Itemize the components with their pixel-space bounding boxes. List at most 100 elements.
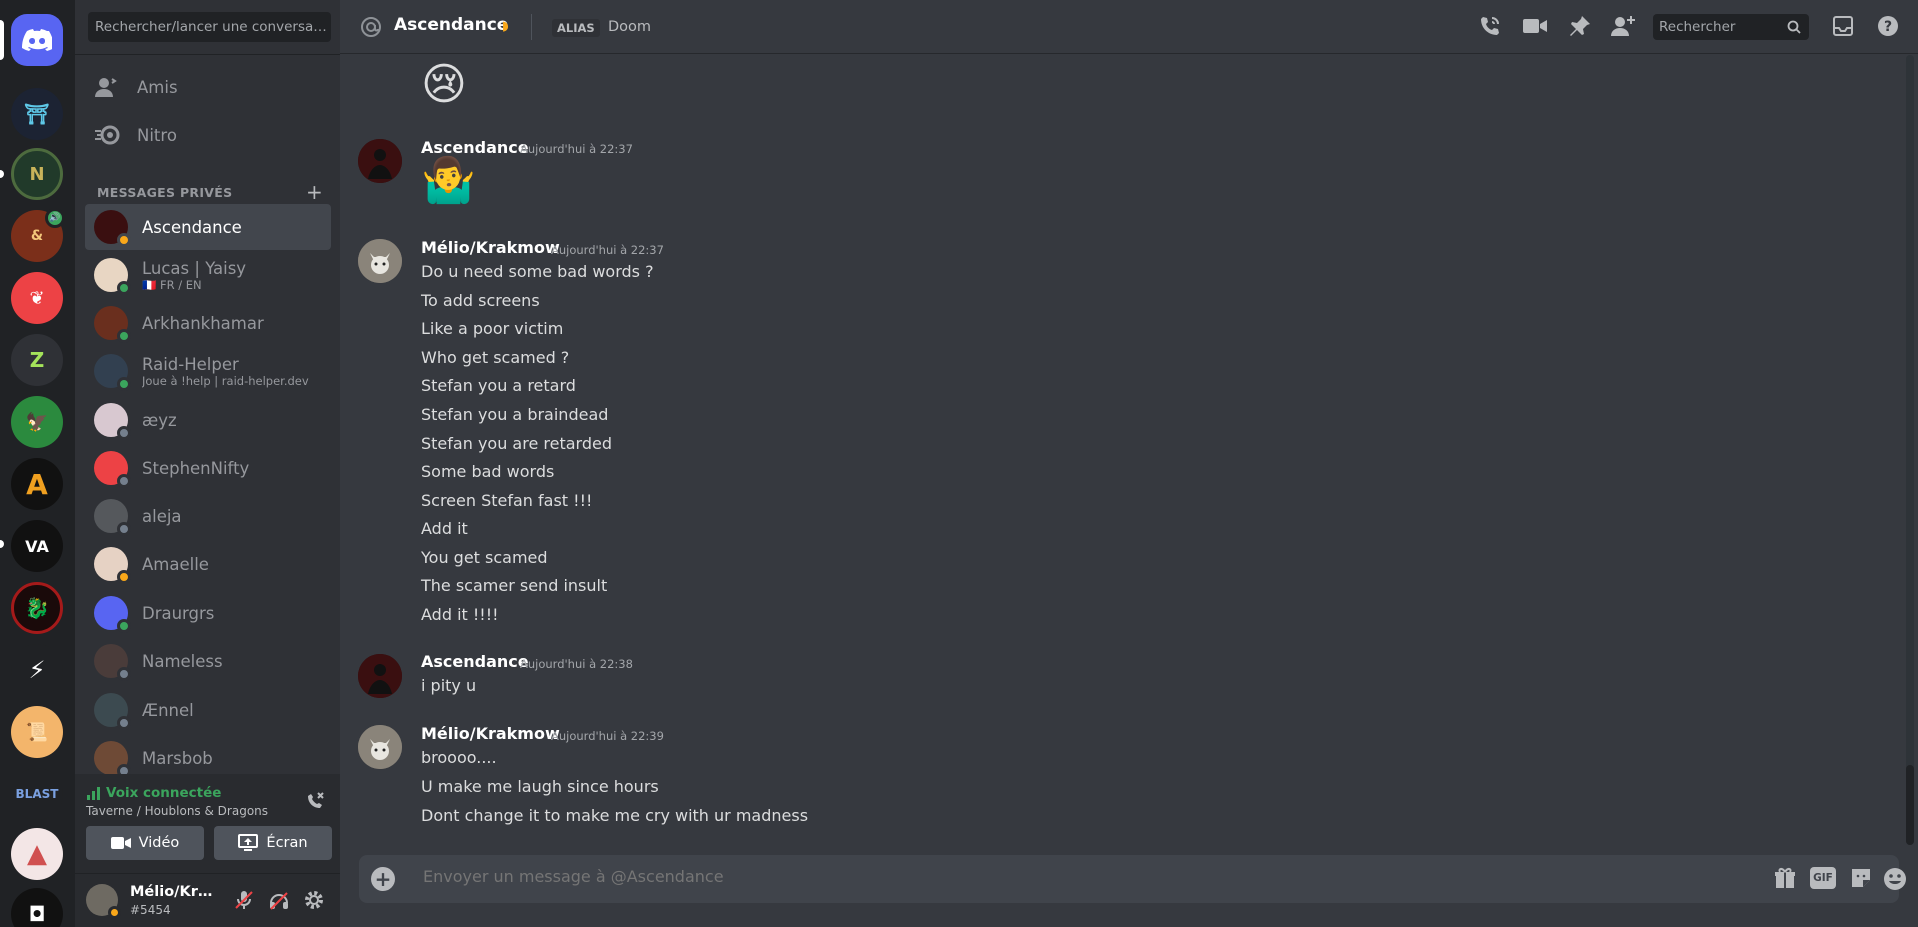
gif-button[interactable]: GIF: [1810, 867, 1836, 889]
message-line: Screen Stefan fast !!!: [421, 491, 593, 510]
dm-item[interactable]: Ænnel: [85, 687, 331, 733]
message-line: i pity u: [421, 676, 477, 695]
dm-item[interactable]: Lucas | Yaisy 🇫🇷 FR / EN: [85, 252, 331, 298]
dm-item[interactable]: Nameless: [85, 638, 331, 684]
message-list: 😢 Ascendance Aujourd'hui à 22:37 🤷‍♂️ Mé…: [340, 55, 1905, 845]
voice-status[interactable]: Voix connectée: [86, 785, 221, 801]
dm-name: Amaelle: [142, 554, 209, 574]
video-call-icon[interactable]: [1522, 14, 1548, 42]
user-avatar[interactable]: [86, 884, 121, 919]
server-icon[interactable]: ◘: [11, 888, 63, 927]
author-avatar[interactable]: [358, 139, 402, 183]
disconnect-icon[interactable]: [304, 790, 326, 816]
idle-moon-icon: ◗: [502, 19, 509, 34]
find-conversation-input[interactable]: Rechercher/lancer une conversati…: [88, 12, 331, 42]
server-icon[interactable]: ▲: [11, 828, 63, 880]
server-icon[interactable]: 🐉: [11, 582, 63, 634]
status-dot: [117, 522, 131, 536]
voice-panel: Voix connectée Taverne / Houblons & Drag…: [75, 774, 340, 874]
mute-icon[interactable]: [233, 889, 255, 915]
video-button[interactable]: Vidéo: [86, 826, 204, 860]
server-icon[interactable]: ❦: [11, 272, 63, 324]
unread-indicator: [0, 170, 4, 178]
discord-home-button[interactable]: [11, 14, 63, 66]
dm-item[interactable]: Draurgrs: [85, 590, 331, 636]
server-icon[interactable]: A: [11, 458, 63, 510]
avatar: [94, 210, 131, 247]
dm-item[interactable]: Amaelle: [85, 541, 331, 587]
message-line: Add it: [421, 519, 468, 538]
message-line: broooo....: [421, 748, 497, 767]
dm-name: Ænnel: [142, 700, 194, 720]
avatar: [94, 596, 131, 633]
upload-plus-icon[interactable]: +: [371, 867, 395, 891]
server-icon[interactable]: ⚡: [11, 644, 63, 696]
server-icon[interactable]: 📜: [11, 706, 63, 758]
signal-icon: [87, 787, 100, 800]
dm-text: Lucas | Yaisy 🇫🇷 FR / EN: [142, 259, 246, 292]
dm-text: Ascendance: [142, 218, 242, 237]
divider: [531, 14, 532, 40]
server-rail: ⛩ N & 🔊 ❦ Z 🦅 A VA 🐉 ⚡ 📜 BLAST ▲ ◘: [0, 0, 75, 927]
server-icon[interactable]: BLAST: [11, 768, 63, 820]
server-icon[interactable]: VA: [11, 520, 63, 572]
status-dot: [117, 570, 131, 584]
message-author[interactable]: Mélio/Krakmow: [421, 238, 560, 257]
voice-channel-name[interactable]: Taverne / Houblons & Dragons: [86, 804, 268, 818]
author-avatar[interactable]: [358, 239, 402, 283]
message-line: U make me laugh since hours: [421, 777, 659, 796]
message-input[interactable]: [423, 867, 1423, 886]
dm-section-header: MESSAGES PRIVÉS +: [97, 180, 323, 204]
status-dot: [117, 281, 131, 295]
voice-call-icon[interactable]: [1478, 14, 1502, 42]
emoji-picker-icon[interactable]: [1882, 866, 1908, 896]
avatar: [94, 306, 131, 343]
nav-nitro[interactable]: Nitro: [85, 113, 331, 157]
message-scrollbar[interactable]: [1906, 55, 1914, 845]
emoji-message: 😢: [421, 59, 467, 110]
message-author[interactable]: Mélio/Krakmow: [421, 724, 560, 743]
sticker-icon[interactable]: [1849, 866, 1873, 894]
add-friend-to-dm-icon[interactable]: [1610, 14, 1636, 42]
unread-indicator: [0, 540, 4, 548]
screen-share-button[interactable]: Écran: [214, 826, 332, 860]
pinned-messages-icon[interactable]: [1568, 14, 1592, 42]
server-icon[interactable]: 🦅: [11, 396, 63, 448]
video-button-label: Vidéo: [138, 835, 180, 851]
status-dot: [117, 667, 131, 681]
dm-item[interactable]: Ascendance: [85, 204, 331, 250]
create-dm-icon[interactable]: +: [306, 180, 323, 204]
avatar: [94, 499, 131, 536]
dm-section-title: MESSAGES PRIVÉS: [97, 184, 233, 200]
message-author[interactable]: Ascendance: [421, 652, 529, 671]
deafen-icon[interactable]: [268, 889, 290, 915]
voice-active-icon: 🔊: [45, 208, 65, 228]
nav-friends[interactable]: Amis: [85, 65, 331, 109]
user-name[interactable]: Mélio/Krak…: [130, 884, 216, 900]
channel-title[interactable]: Ascendance: [394, 15, 508, 35]
screen-share-icon: [238, 834, 259, 851]
dm-item[interactable]: aleja: [85, 493, 331, 539]
dm-item[interactable]: æyz: [85, 397, 331, 443]
gift-icon[interactable]: [1773, 866, 1797, 894]
server-icon[interactable]: ⛩: [11, 88, 63, 140]
server-icon[interactable]: N: [11, 148, 63, 200]
server-icon[interactable]: & 🔊: [11, 208, 65, 262]
dm-item[interactable]: Arkhankhamar: [85, 300, 331, 346]
inbox-icon[interactable]: [1831, 14, 1855, 42]
header-search-input[interactable]: Rechercher: [1653, 14, 1809, 40]
chat-area: Ascendance ◗ ALIAS Doom Rechercher ? 😢 A…: [340, 0, 1918, 927]
help-icon[interactable]: ?: [1876, 14, 1900, 42]
dm-text: Marsbob: [142, 749, 213, 768]
scrollbar-thumb[interactable]: [1906, 765, 1914, 845]
dm-text: aleja: [142, 507, 182, 526]
dm-name: Arkhankhamar: [142, 313, 264, 333]
dm-item[interactable]: StephenNifty: [85, 445, 331, 491]
author-avatar[interactable]: [358, 654, 402, 698]
camera-icon: [110, 837, 131, 849]
author-avatar[interactable]: [358, 725, 402, 769]
server-icon[interactable]: Z: [11, 334, 63, 386]
dm-name: Marsbob: [142, 748, 213, 768]
dm-item[interactable]: Raid-Helper Joue à !help | raid-helper.de…: [85, 348, 331, 394]
settings-gear-icon[interactable]: [303, 889, 325, 915]
